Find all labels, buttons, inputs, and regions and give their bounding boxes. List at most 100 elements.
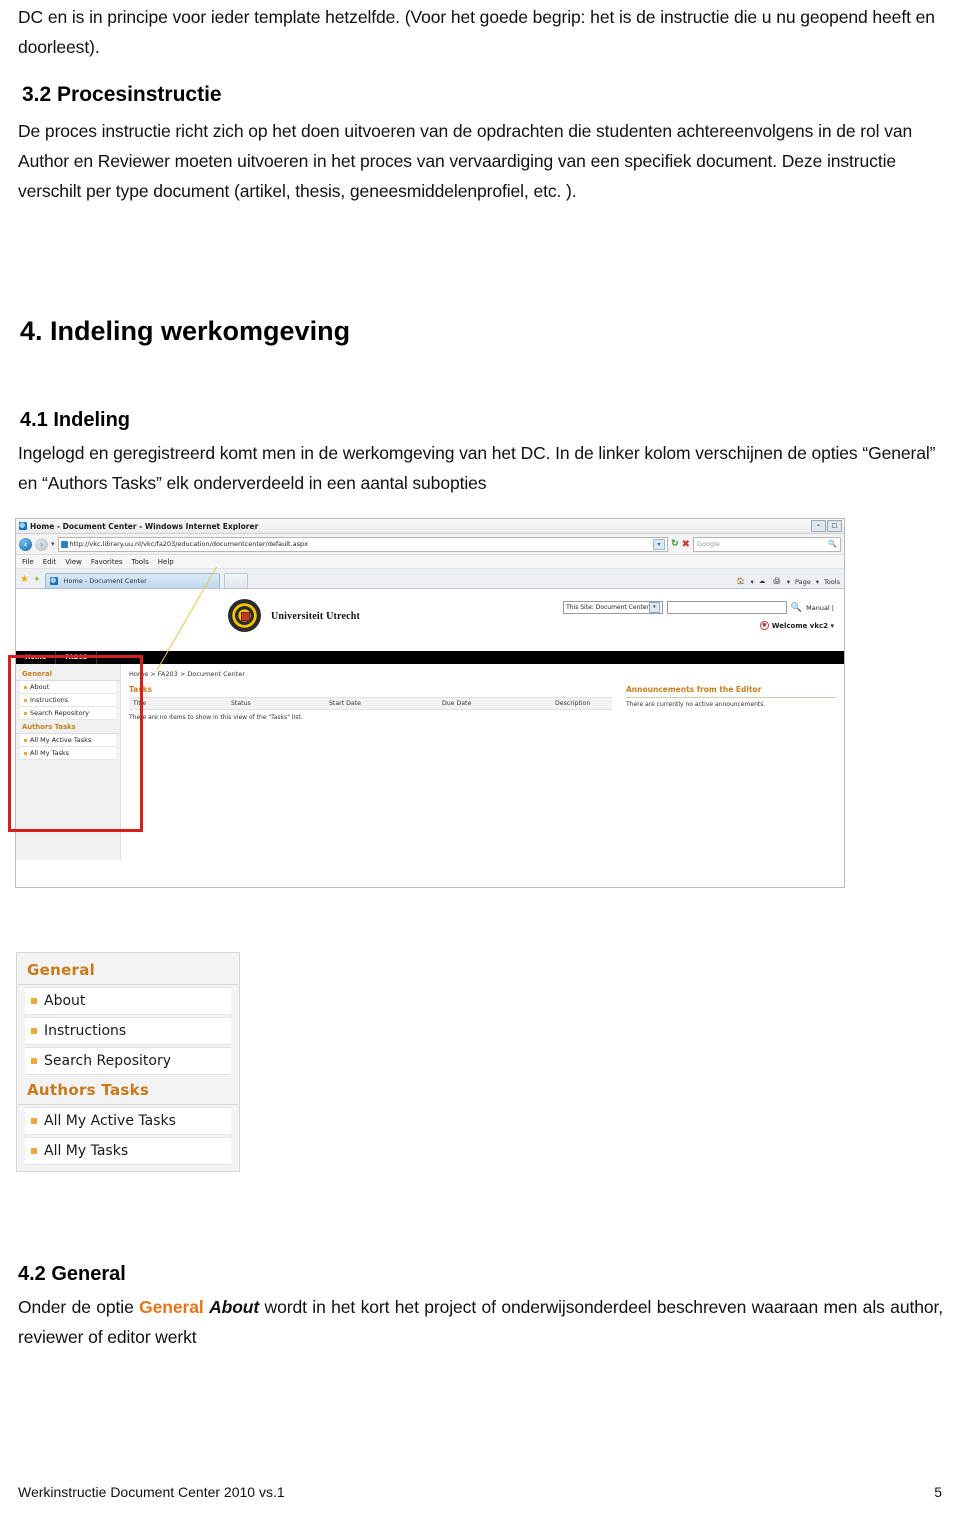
tab-favicon-icon bbox=[49, 577, 58, 585]
tools-button[interactable]: Tools bbox=[824, 578, 840, 586]
section-4-2-text-before: Onder de optie bbox=[18, 1297, 140, 1317]
site-search-input[interactable] bbox=[666, 601, 787, 614]
menu-help[interactable]: Help bbox=[158, 558, 174, 566]
browser-search-input[interactable]: Google 🔍 bbox=[693, 536, 841, 552]
menu-file[interactable]: File bbox=[22, 558, 34, 566]
figure-header-general: General bbox=[17, 957, 239, 985]
forward-icon[interactable]: › bbox=[35, 537, 48, 551]
url-dropdown-icon[interactable]: ▾ bbox=[653, 538, 666, 550]
quick-launch-item-all-my-tasks[interactable]: All My Tasks bbox=[20, 747, 116, 760]
section-4-2-general-emphasis: General bbox=[139, 1297, 204, 1317]
quick-launch-item-all-my-active-tasks[interactable]: All My Active Tasks bbox=[20, 734, 116, 747]
add-favorites-icon[interactable]: ✦ bbox=[33, 572, 41, 588]
quick-launch-item-about[interactable]: About bbox=[20, 681, 116, 694]
heading-3-2: 3.2 Procesinstructie bbox=[22, 83, 222, 106]
feeds-icon[interactable]: ☁ bbox=[759, 577, 768, 586]
favorites-star-icon[interactable]: ★ bbox=[20, 572, 29, 588]
browser-menu-bar: File Edit View Favorites Tools Help bbox=[16, 555, 844, 569]
figure-item-all-my-active-tasks[interactable]: All My Active Tasks bbox=[25, 1107, 231, 1135]
figure-item-instructions[interactable]: Instructions bbox=[25, 1017, 231, 1045]
heading-4-2: 4.2 General bbox=[18, 1263, 126, 1285]
site-search-icon[interactable]: 🔍 bbox=[791, 603, 802, 613]
window-controls: – □ bbox=[811, 520, 842, 532]
welcome-menu[interactable]: ● Welcome vkc2 ▾ bbox=[759, 621, 834, 630]
tab-label: Home - Document Center bbox=[63, 577, 147, 585]
column-title[interactable]: Title bbox=[129, 697, 227, 710]
maximize-button[interactable]: □ bbox=[827, 520, 842, 532]
bullet-icon bbox=[24, 711, 27, 715]
minimize-button[interactable]: – bbox=[811, 520, 826, 532]
page-content: Home > FA203 > Document Center Tasks Tit… bbox=[121, 664, 844, 860]
quick-launch-item-instructions[interactable]: Instructions bbox=[20, 694, 116, 707]
menu-view[interactable]: View bbox=[65, 558, 82, 566]
figure-item-search-repository[interactable]: Search Repository bbox=[25, 1047, 231, 1075]
search-scope-select[interactable]: This Site: Document Center ▾ bbox=[563, 601, 663, 614]
figure-item-label: About bbox=[44, 993, 86, 1009]
back-icon[interactable]: ‹ bbox=[19, 537, 32, 551]
site-header: Universiteit Utrecht This Site: Document… bbox=[16, 566, 844, 672]
manual-link[interactable]: Manual | bbox=[806, 604, 834, 612]
breadcrumb: Home > FA203 > Document Center bbox=[129, 670, 245, 678]
history-dropdown-icon[interactable]: ▾ bbox=[51, 540, 55, 548]
address-bar: ‹ › ▾ http://vkc.library.uu.nl/vkc/fa203… bbox=[16, 534, 844, 555]
university-logo bbox=[228, 599, 261, 639]
quick-launch-item-search-repository[interactable]: Search Repository bbox=[20, 707, 116, 720]
menu-favorites[interactable]: Favorites bbox=[91, 558, 123, 566]
column-start-date[interactable]: Start Date bbox=[325, 697, 438, 710]
bullet-icon bbox=[24, 738, 27, 742]
bullet-icon bbox=[24, 751, 27, 755]
quick-launch-label: Instructions bbox=[30, 696, 69, 704]
welcome-label: Welcome vkc2 ▾ bbox=[771, 621, 834, 630]
home-icon[interactable]: 🏠 bbox=[736, 577, 745, 586]
refresh-icon[interactable]: ↻ bbox=[671, 539, 679, 549]
document-page: DC en is in principe voor ieder template… bbox=[0, 0, 960, 1516]
bullet-icon bbox=[31, 1028, 37, 1034]
user-icon: ● bbox=[759, 621, 769, 630]
figure-item-label: All My Tasks bbox=[44, 1143, 129, 1159]
browser-screenshot: Home - Document Center - Windows Interne… bbox=[15, 518, 845, 888]
page-footer: 5 Werkinstructie Document Center 2010 vs… bbox=[18, 1484, 942, 1500]
quick-launch-header-authors-tasks: Authors Tasks bbox=[16, 720, 120, 734]
tasks-title: Tasks bbox=[129, 685, 153, 694]
announcements-title: Announcements from the Editor bbox=[626, 685, 762, 694]
print-dropdown-icon[interactable]: ▾ bbox=[787, 578, 790, 586]
page-favicon-icon bbox=[60, 540, 68, 548]
top-navigation: Home FA203 bbox=[16, 651, 844, 664]
menu-edit[interactable]: Edit bbox=[43, 558, 57, 566]
url-input[interactable]: http://vkc.library.uu.nl/vkc/fa203/educa… bbox=[57, 536, 669, 552]
page-dropdown-icon[interactable]: ▾ bbox=[816, 578, 819, 586]
page-body: General About Instructions Search Reposi… bbox=[16, 664, 844, 860]
figure-item-about[interactable]: About bbox=[25, 987, 231, 1015]
announcements-webpart: Announcements from the Editor There are … bbox=[626, 685, 836, 721]
nav-tab-fa203[interactable]: FA203 bbox=[56, 651, 98, 664]
figure-item-label: Instructions bbox=[44, 1023, 127, 1039]
column-due-date[interactable]: Due Date bbox=[438, 697, 551, 710]
browser-title-bar: Home - Document Center - Windows Interne… bbox=[16, 519, 844, 534]
quick-launch-sidebar: General About Instructions Search Reposi… bbox=[16, 664, 121, 860]
url-text: http://vkc.library.uu.nl/vkc/fa203/educa… bbox=[69, 540, 309, 548]
quick-launch-label: All My Tasks bbox=[30, 749, 70, 757]
sidebar-detail-figure: General About Instructions Search Reposi… bbox=[16, 952, 240, 1172]
search-placeholder: Google bbox=[697, 540, 720, 548]
search-icon[interactable]: 🔍 bbox=[828, 540, 837, 548]
internet-explorer-icon bbox=[19, 522, 27, 530]
column-status[interactable]: Status bbox=[227, 697, 325, 710]
divider bbox=[626, 697, 836, 698]
print-icon[interactable]: 🖨 bbox=[773, 577, 782, 586]
figure-item-all-my-tasks[interactable]: All My Tasks bbox=[25, 1137, 231, 1165]
home-dropdown-icon[interactable]: ▾ bbox=[750, 578, 753, 586]
figure-item-label: Search Repository bbox=[44, 1053, 171, 1069]
nav-tab-home[interactable]: Home bbox=[16, 651, 57, 664]
new-tab-button[interactable] bbox=[223, 573, 248, 588]
stop-icon[interactable]: ✖ bbox=[682, 539, 690, 550]
menu-tools[interactable]: Tools bbox=[132, 558, 149, 566]
figure-item-label: All My Active Tasks bbox=[44, 1113, 176, 1129]
page-button[interactable]: Page bbox=[795, 578, 811, 586]
chevron-down-icon[interactable]: ▾ bbox=[648, 602, 660, 613]
column-description[interactable]: Description bbox=[551, 697, 612, 710]
section-3-2-body: De proces instructie richt zich op het d… bbox=[18, 121, 913, 201]
section-4-2-body: Onder de optie General About wordt in he… bbox=[18, 1292, 943, 1352]
bullet-icon bbox=[24, 698, 27, 702]
organization-name: Universiteit Utrecht bbox=[271, 611, 361, 622]
browser-tab[interactable]: Home - Document Center bbox=[44, 573, 220, 588]
